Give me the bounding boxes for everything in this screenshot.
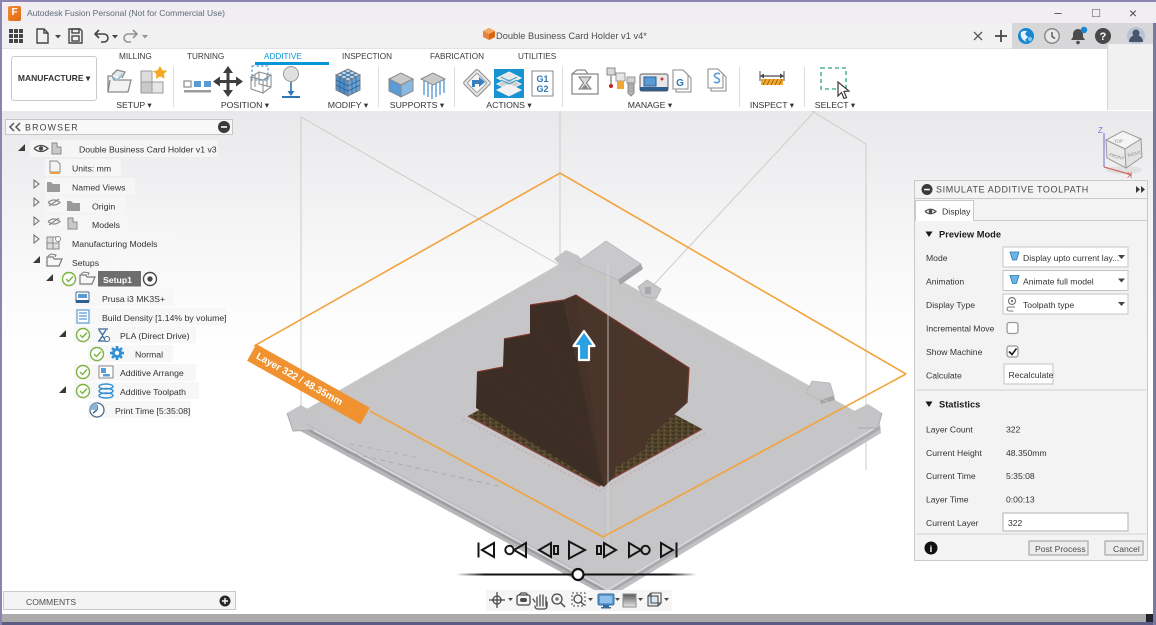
svg-text:0:00:13: 0:00:13	[1006, 495, 1035, 505]
svg-text:Toolpath type: Toolpath type	[1023, 300, 1074, 310]
svg-text:Print Time [5:35:08]: Print Time [5:35:08]	[115, 406, 190, 416]
svg-text:Mode: Mode	[926, 253, 948, 263]
svg-text:5:35:08: 5:35:08	[1006, 471, 1035, 481]
svg-text:Post Process: Post Process	[1035, 544, 1086, 554]
svg-text:SIMULATE ADDITIVE TOOLPATH: SIMULATE ADDITIVE TOOLPATH	[936, 185, 1089, 195]
svg-text:Layer Time: Layer Time	[926, 495, 969, 505]
svg-text:Additive Toolpath: Additive Toolpath	[120, 387, 186, 397]
svg-text:Current Height: Current Height	[926, 448, 982, 458]
svg-text:Build Density [1.14% by volume: Build Density [1.14% by volume]	[102, 313, 227, 323]
svg-text:Statistics: Statistics	[939, 400, 980, 410]
svg-text:?: ?	[1100, 31, 1107, 43]
svg-text:G1: G1	[536, 74, 548, 84]
svg-text:322: 322	[1006, 425, 1021, 435]
svg-text:PLA (Direct Drive): PLA (Direct Drive)	[120, 331, 190, 341]
svg-text:Cancel: Cancel	[1113, 544, 1140, 554]
svg-text:TOP: TOP	[1114, 139, 1123, 144]
svg-text:Additive Arrange: Additive Arrange	[120, 368, 184, 378]
svg-text:48.350mm: 48.350mm	[1006, 448, 1047, 458]
svg-text:Layer 322 / 48.35mm: Layer 322 / 48.35mm	[254, 351, 344, 408]
svg-text:Prusa i3 MK3S+: Prusa i3 MK3S+	[102, 294, 165, 304]
svg-text:Models: Models	[92, 220, 121, 230]
svg-text:Manufacturing Models: Manufacturing Models	[72, 239, 158, 249]
svg-text:Current Time: Current Time	[926, 471, 976, 481]
svg-text:G: G	[676, 78, 684, 89]
svg-text:Current Layer: Current Layer	[926, 518, 979, 528]
svg-text:Named Views: Named Views	[72, 183, 126, 193]
svg-text:Display Type: Display Type	[926, 300, 975, 310]
svg-text:Setup1: Setup1	[103, 275, 132, 285]
svg-text:Double Business Card Holder v1: Double Business Card Holder v1 v3	[79, 145, 217, 155]
svg-text:Show Machine: Show Machine	[926, 347, 983, 357]
svg-text:Display upto current lay...: Display upto current lay...	[1023, 253, 1119, 263]
svg-text:Origin: Origin	[92, 202, 115, 212]
svg-text:i: i	[930, 544, 933, 555]
svg-text:Layer Count: Layer Count	[926, 425, 973, 435]
svg-text:Recalculate: Recalculate	[1009, 370, 1054, 380]
svg-text:322: 322	[1008, 518, 1023, 528]
svg-text:X: X	[1127, 171, 1133, 180]
svg-text:Animate full model: Animate full model	[1023, 277, 1094, 287]
svg-text:Setups: Setups	[72, 258, 100, 268]
svg-text:Display: Display	[942, 207, 971, 217]
svg-text:Units: mm: Units: mm	[72, 164, 111, 174]
svg-text:Incremental Move: Incremental Move	[926, 324, 995, 334]
svg-text:Preview Mode: Preview Mode	[939, 230, 1001, 240]
svg-text:Z: Z	[1098, 126, 1103, 135]
svg-text:Animation: Animation	[926, 277, 964, 287]
svg-text:Calculate: Calculate	[926, 371, 962, 381]
svg-text:G2: G2	[536, 84, 548, 94]
svg-text:Normal: Normal	[135, 350, 163, 360]
svg-text:BROWSER: BROWSER	[25, 123, 79, 133]
